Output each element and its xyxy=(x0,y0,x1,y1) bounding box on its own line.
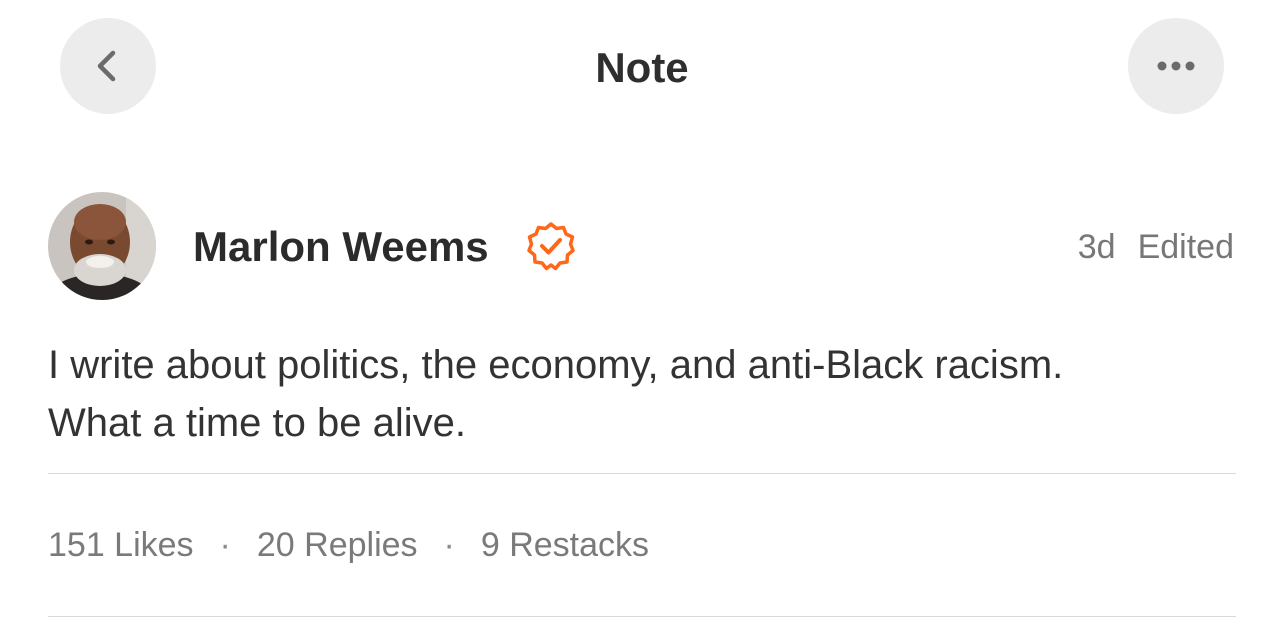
separator-dot: · xyxy=(219,526,231,564)
divider xyxy=(48,473,1236,474)
note-stats: 151 Likes · 20 Replies · 9 Restacks xyxy=(48,522,649,568)
likes-count[interactable]: 151 Likes xyxy=(48,522,194,568)
divider xyxy=(48,616,1236,617)
author-name[interactable]: Marlon Weems xyxy=(193,222,489,272)
more-horizontal-icon xyxy=(1157,61,1195,71)
timestamp: 3d xyxy=(1077,228,1116,266)
note-meta: 3d Edited xyxy=(1078,226,1234,268)
note-page: Note Marlon Weems 3d Edited I write abou… xyxy=(0,0,1284,644)
replies-count[interactable]: 20 Replies xyxy=(257,522,418,568)
avatar[interactable] xyxy=(48,192,156,300)
separator-dot: · xyxy=(443,526,455,564)
more-options-button[interactable] xyxy=(1128,18,1224,114)
note-text: I write about politics, the economy, and… xyxy=(48,336,1248,452)
restacks-count[interactable]: 9 Restacks xyxy=(481,522,649,568)
page-title: Note xyxy=(595,44,689,91)
note-line: What a time to be alive. xyxy=(48,401,466,445)
verified-badge-icon xyxy=(527,222,575,271)
note-line: I write about politics, the economy, and… xyxy=(48,343,1064,387)
edited-label: Edited xyxy=(1137,228,1234,266)
